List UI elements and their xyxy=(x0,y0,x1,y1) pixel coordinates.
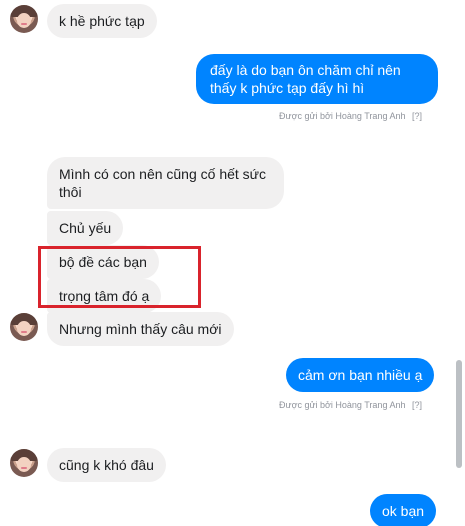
message-text-line: thôi xyxy=(59,184,82,200)
message-bubble[interactable]: Mình có con nên cũng cố hết sức thôi xyxy=(47,157,284,209)
sent-by-text: Được gửi bởi Hoàng Trang Anh xyxy=(279,400,406,410)
message-bubble[interactable]: k hề phức tạp xyxy=(47,4,157,38)
message-bubble[interactable]: ok bạn xyxy=(370,494,437,526)
highlight-box xyxy=(38,246,201,308)
help-link[interactable]: [?] xyxy=(412,111,422,121)
message-text: ok bạn xyxy=(382,503,425,519)
sent-by-text: Được gửi bởi Hoàng Trang Anh xyxy=(279,111,406,121)
message-bubble[interactable]: đấy là do bạn ôn chăm chỉ nên thấy k phứ… xyxy=(196,54,438,104)
sent-by-note: Được gửi bởi Hoàng Trang Anh [?] xyxy=(279,111,422,121)
contact-avatar[interactable] xyxy=(10,313,38,341)
scrollbar-thumb[interactable] xyxy=(456,360,462,468)
message-text-line: đấy là do bạn ôn chăm chỉ nên xyxy=(210,62,401,78)
message-text: Nhưng mình thấy câu mới xyxy=(59,321,222,337)
message-text-line: thấy k phức tạp đấy hì hì xyxy=(210,80,365,96)
contact-avatar[interactable] xyxy=(10,449,38,477)
message-bubble[interactable]: cảm ơn bạn nhiều ạ xyxy=(286,358,435,392)
chat-thread: k hề phức tạp đấy là do bạn ôn chăm chỉ … xyxy=(0,0,452,526)
message-text: cũng k khó đâu xyxy=(59,457,154,473)
sent-by-note: Được gửi bởi Hoàng Trang Anh [?] xyxy=(279,400,422,410)
message-text: Chủ yếu xyxy=(59,220,112,236)
message-bubble[interactable]: Nhưng mình thấy câu mới xyxy=(47,312,234,346)
message-bubble[interactable]: Chủ yếu xyxy=(47,211,124,245)
message-bubble[interactable]: cũng k khó đâu xyxy=(47,448,166,482)
message-text-line: Mình có con nên cũng cố hết sức xyxy=(59,166,267,182)
message-text: k hề phức tạp xyxy=(59,13,145,29)
message-text: cảm ơn bạn nhiều ạ xyxy=(298,367,423,383)
help-link[interactable]: [?] xyxy=(412,400,422,410)
contact-avatar[interactable] xyxy=(10,5,38,33)
